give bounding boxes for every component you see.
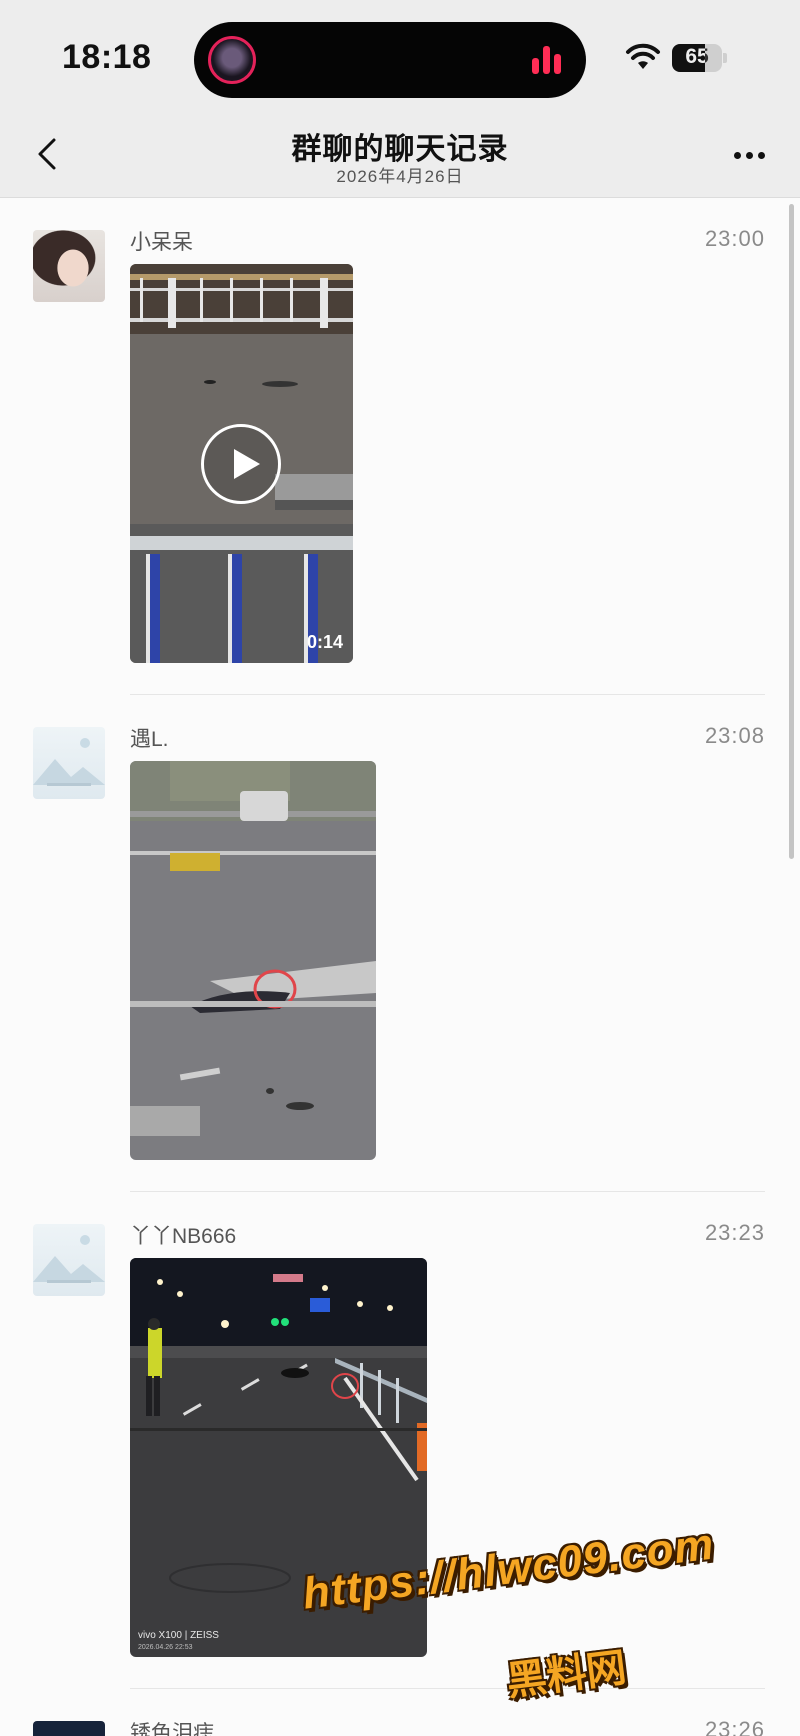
sender-name: 锈色泪痣 (130, 1722, 214, 1736)
camera-timestamp: 2026.04.26 22:53 (138, 1644, 193, 1651)
list-item: 遇L. 23:08 (0, 695, 800, 1192)
list-item: 锈色泪痣 23:26 (0, 1689, 800, 1736)
list-item: 小呆呆 23:00 0:14 (0, 198, 800, 695)
more-options-icon[interactable] (730, 140, 770, 168)
sender-name: 遇L. (130, 728, 169, 751)
video-duration: 0:14 (306, 632, 343, 652)
message-time: 23:23 (704, 1220, 765, 1245)
camera-watermark: vivo X100 | ZEISS (138, 1630, 219, 1641)
play-icon[interactable] (201, 424, 281, 504)
avatar[interactable] (33, 727, 105, 799)
image-thumbnail[interactable]: vivo X100 | ZEISS 2026.04.26 22:53 (130, 1258, 427, 1657)
wifi-icon (626, 43, 660, 69)
message-time: 23:26 (704, 1717, 765, 1736)
default-avatar-icon (33, 738, 105, 786)
video-thumbnail[interactable]: 0:14 (130, 264, 353, 663)
nav-bar: 群聊的聊天记录 2026年4月26日 (0, 110, 800, 198)
battery-level: 65 (685, 45, 709, 68)
now-playing-artwork (208, 36, 256, 84)
message-time: 23:00 (704, 226, 765, 251)
list-item: 丫丫NB666 23:23 vivo X100 | ZEISS 2026.04.… (0, 1192, 800, 1689)
status-bar: 18:18 65 (0, 0, 800, 110)
page-date: 2026年4月26日 (336, 167, 464, 186)
battery-tip (723, 53, 727, 63)
status-time: 18:18 (62, 38, 152, 76)
avatar[interactable] (33, 1224, 105, 1296)
message-time: 23:08 (704, 723, 765, 748)
avatar[interactable] (33, 230, 105, 302)
dynamic-island[interactable] (194, 22, 586, 98)
default-avatar-icon (33, 1235, 105, 1283)
audio-waveform-icon (532, 46, 564, 74)
sender-name: 丫丫NB666 (130, 1225, 237, 1248)
avatar[interactable] (33, 1721, 105, 1736)
battery-icon: 65 (672, 44, 722, 72)
sender-name: 小呆呆 (130, 231, 193, 254)
chat-record-list[interactable]: 小呆呆 23:00 0:14 遇L. 23:08 丫丫NB666 23:23 v… (0, 198, 800, 1736)
photo-frame (130, 761, 376, 1160)
photo-frame (130, 1258, 427, 1657)
image-thumbnail[interactable] (130, 761, 376, 1160)
